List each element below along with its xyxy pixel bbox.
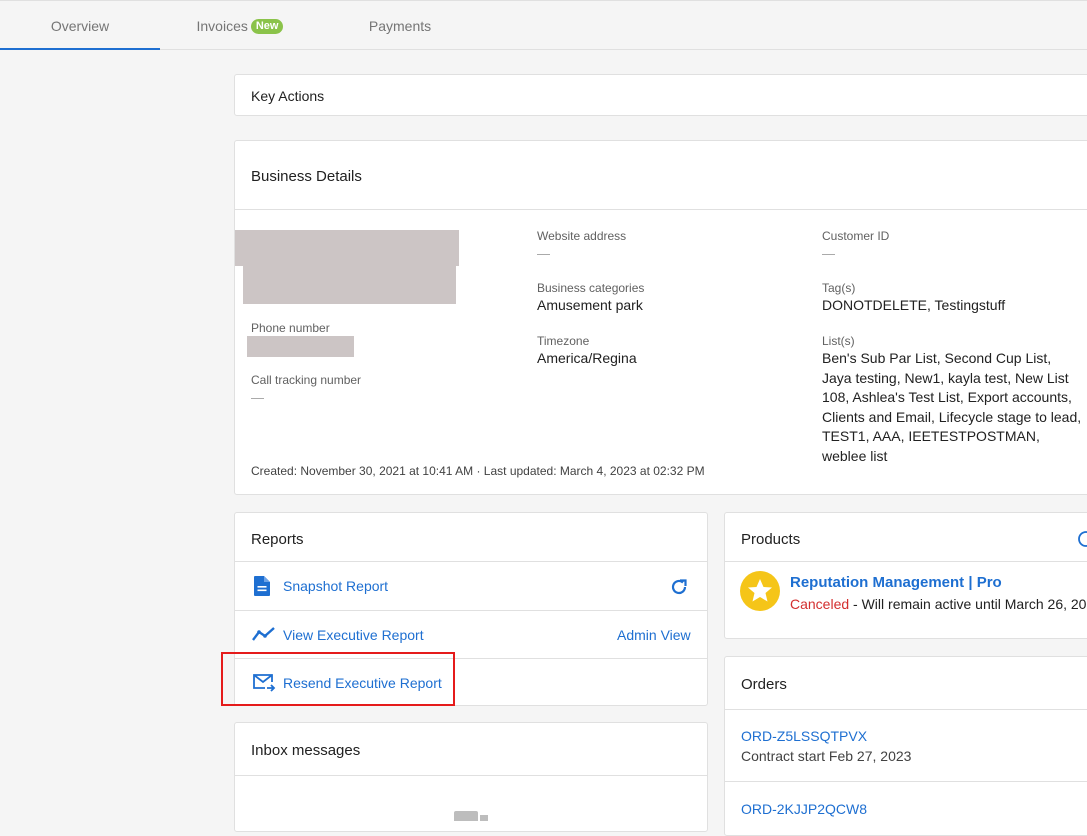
trend-line-icon — [252, 627, 275, 641]
categories-value: Amusement park — [537, 297, 643, 313]
timezone-value: America/Regina — [537, 350, 637, 366]
products-card: Products Reputation Management | Pro Can… — [724, 512, 1087, 639]
chat-icon — [454, 811, 478, 821]
new-badge: New — [250, 19, 284, 34]
tab-overview-label: Overview — [50, 18, 110, 34]
categories-label: Business categories — [537, 281, 645, 295]
lists-value: Ben's Sub Par List, Second Cup List, Jay… — [822, 350, 1082, 464]
customer-id-value: — — [822, 246, 835, 261]
key-actions-card[interactable]: Key Actions — [234, 74, 1087, 116]
redacted-phone — [247, 336, 354, 357]
products-title: Products — [741, 531, 801, 548]
product-status-detail: - Will remain active until March 26, 202… — [849, 596, 1087, 612]
divider — [725, 561, 1087, 562]
order-id-link[interactable]: ORD-2KJJP2QCW8 — [741, 801, 867, 817]
orders-title: Orders — [741, 676, 787, 693]
divider — [725, 709, 1087, 710]
chat-icon-part — [480, 815, 488, 821]
tab-overview[interactable]: Overview — [0, 1, 160, 50]
reports-title: Reports — [251, 531, 304, 548]
tab-invoices[interactable]: Invoices New — [160, 1, 320, 50]
view-executive-report-link[interactable]: View Executive Report — [283, 627, 424, 643]
key-actions-title: Key Actions — [251, 88, 325, 104]
created-updated-text: Created: November 30, 2021 at 10:41 AM ·… — [251, 464, 705, 478]
product-name-link[interactable]: Reputation Management | Pro — [790, 574, 1002, 591]
tags-value: DONOTDELETE, Testingstuff — [822, 297, 1006, 313]
search-icon[interactable] — [1077, 530, 1087, 548]
website-label: Website address — [537, 229, 627, 243]
admin-view-link[interactable]: Admin View — [617, 627, 691, 643]
business-details-title: Business Details — [251, 168, 362, 185]
orders-card: Orders ORD-Z5LSSQTPVX Contract start Feb… — [724, 656, 1087, 836]
redacted-business-name — [235, 230, 459, 266]
divider — [235, 561, 707, 562]
tab-bar: Overview Invoices New Payments — [0, 0, 1087, 50]
customer-id-label: Customer ID — [822, 229, 890, 243]
redacted-address — [243, 266, 456, 304]
highlight-box — [221, 652, 455, 706]
order-id-link[interactable]: ORD-Z5LSSQTPVX — [741, 728, 867, 744]
document-icon — [254, 576, 270, 596]
call-tracking-label: Call tracking number — [251, 373, 362, 387]
lists-label: List(s) — [822, 334, 855, 348]
tags-label: Tag(s) — [822, 281, 856, 295]
star-icon — [740, 571, 780, 611]
snapshot-report-link[interactable]: Snapshot Report — [283, 578, 388, 594]
call-tracking-value: — — [251, 390, 264, 405]
divider — [235, 775, 707, 776]
inbox-messages-title: Inbox messages — [251, 742, 361, 759]
order-detail: Contract start Feb 27, 2023 — [741, 748, 912, 764]
divider — [725, 781, 1087, 782]
business-details-card: Business Details Phone number Call track… — [234, 140, 1087, 495]
divider — [235, 209, 1087, 210]
inbox-messages-card: Inbox messages — [234, 722, 708, 832]
tab-invoices-label: Invoices — [196, 18, 248, 34]
product-status: Canceled - Will remain active until Marc… — [790, 596, 1087, 612]
divider — [235, 610, 707, 611]
timezone-label: Timezone — [537, 334, 590, 348]
tab-payments-label: Payments — [368, 18, 432, 34]
phone-label: Phone number — [251, 321, 330, 335]
tab-payments[interactable]: Payments — [320, 1, 480, 50]
product-status-canceled: Canceled — [790, 596, 850, 612]
refresh-icon[interactable] — [669, 577, 689, 597]
website-value: — — [537, 246, 550, 261]
